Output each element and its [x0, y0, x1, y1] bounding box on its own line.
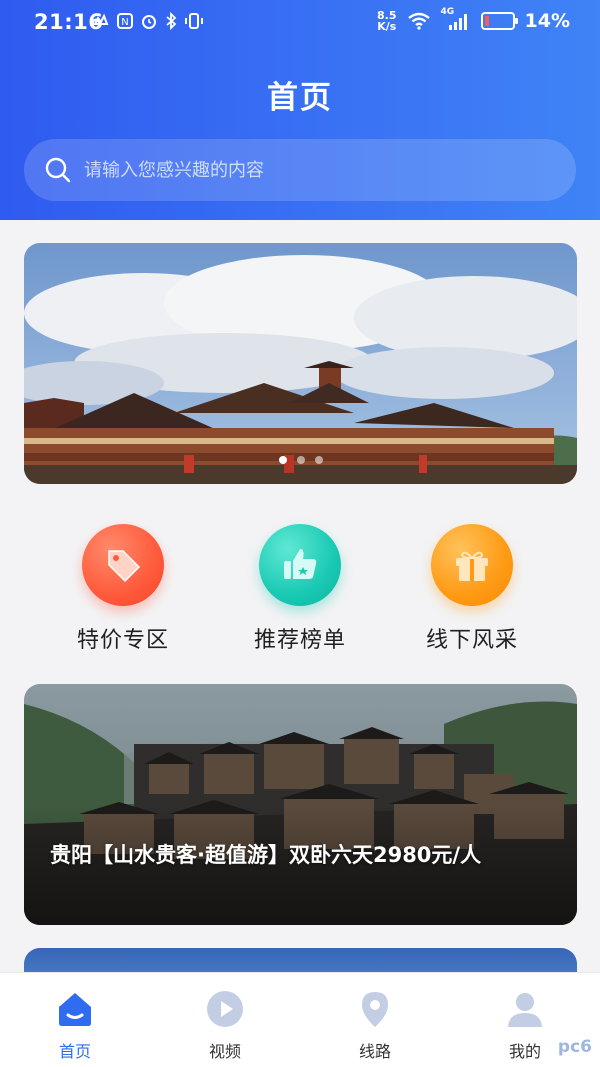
- user-icon: [508, 993, 542, 1027]
- entry-special-offers-circle: [82, 524, 164, 606]
- entry-offline-style-circle: [431, 524, 513, 606]
- vibrate-icon: [184, 12, 204, 34]
- tab-video[interactable]: 视频: [150, 973, 300, 1067]
- status-right: 8.5 K/s 4G 14%: [377, 7, 570, 32]
- bottom-tab-bar: 首页 视频 线路 我的: [0, 972, 600, 1067]
- entry-label: 线下风采: [425, 628, 518, 653]
- header: 21:16 N 8.5 K/s 4G 14% 首页 请输入您感兴趣的内容: [0, 0, 600, 220]
- wifi-icon: [407, 12, 430, 30]
- entry-label: 特价专区: [76, 628, 169, 653]
- status-bar: 21:16 N 8.5 K/s 4G 14%: [0, 0, 600, 46]
- search-bar[interactable]: [24, 139, 576, 201]
- battery-percent: 14%: [524, 10, 570, 32]
- net-speed-unit: K/s: [377, 20, 397, 33]
- quick-entries: 特价专区 推荐榜单 线下风采: [0, 520, 600, 653]
- route-card-image: [24, 684, 577, 925]
- location-pin-icon: [362, 992, 388, 1027]
- search-input[interactable]: [84, 139, 554, 201]
- banner-image: [24, 243, 577, 484]
- notification-icon: [92, 12, 110, 34]
- battery-icon: [480, 12, 518, 30]
- alarm-icon: [140, 12, 158, 34]
- cell-signal: 4G: [441, 7, 471, 31]
- entry-offline-style[interactable]: 线下风采: [402, 520, 542, 654]
- tab-home[interactable]: 首页: [0, 973, 150, 1067]
- status-left-icons: N: [92, 11, 204, 34]
- entry-recommended-list[interactable]: 推荐榜单: [230, 520, 370, 654]
- carousel-dot[interactable]: [278, 456, 287, 464]
- route-card[interactable]: 贵阳【山水贵客·超值游】双卧六天2980元/人: [24, 684, 577, 925]
- nfc-icon: N: [116, 12, 134, 34]
- tab-label: 线路: [358, 1042, 391, 1061]
- tab-label: 首页: [58, 1042, 91, 1061]
- play-icon: [207, 991, 243, 1027]
- entry-special-offers[interactable]: 特价专区: [53, 520, 193, 654]
- tab-routes[interactable]: 线路: [300, 973, 450, 1067]
- home-icon: [59, 993, 91, 1026]
- page-title: 首页: [267, 80, 333, 116]
- carousel-dot[interactable]: [314, 456, 323, 464]
- route-card-title: 贵阳【山水贵客·超值游】双卧六天2980元/人: [50, 843, 482, 867]
- bluetooth-icon: [164, 11, 178, 34]
- signal-icon: [448, 14, 467, 30]
- svg-text:N: N: [121, 17, 128, 28]
- watermark-logo: pc6: [557, 1037, 592, 1057]
- battery-fill: [484, 16, 489, 26]
- tab-label: 视频: [208, 1042, 241, 1061]
- entry-recommended-list-circle: [259, 524, 341, 606]
- thumbs-up-icon: [284, 549, 317, 579]
- entry-label: 推荐榜单: [253, 628, 346, 653]
- price-tag-icon: [108, 550, 141, 583]
- net-speed: 8.5 K/s: [377, 10, 397, 32]
- carousel-dot[interactable]: [296, 456, 305, 464]
- carousel-dots: [24, 456, 577, 464]
- gift-icon: [456, 551, 488, 581]
- banner-carousel[interactable]: [24, 243, 577, 484]
- search-icon: [45, 157, 71, 183]
